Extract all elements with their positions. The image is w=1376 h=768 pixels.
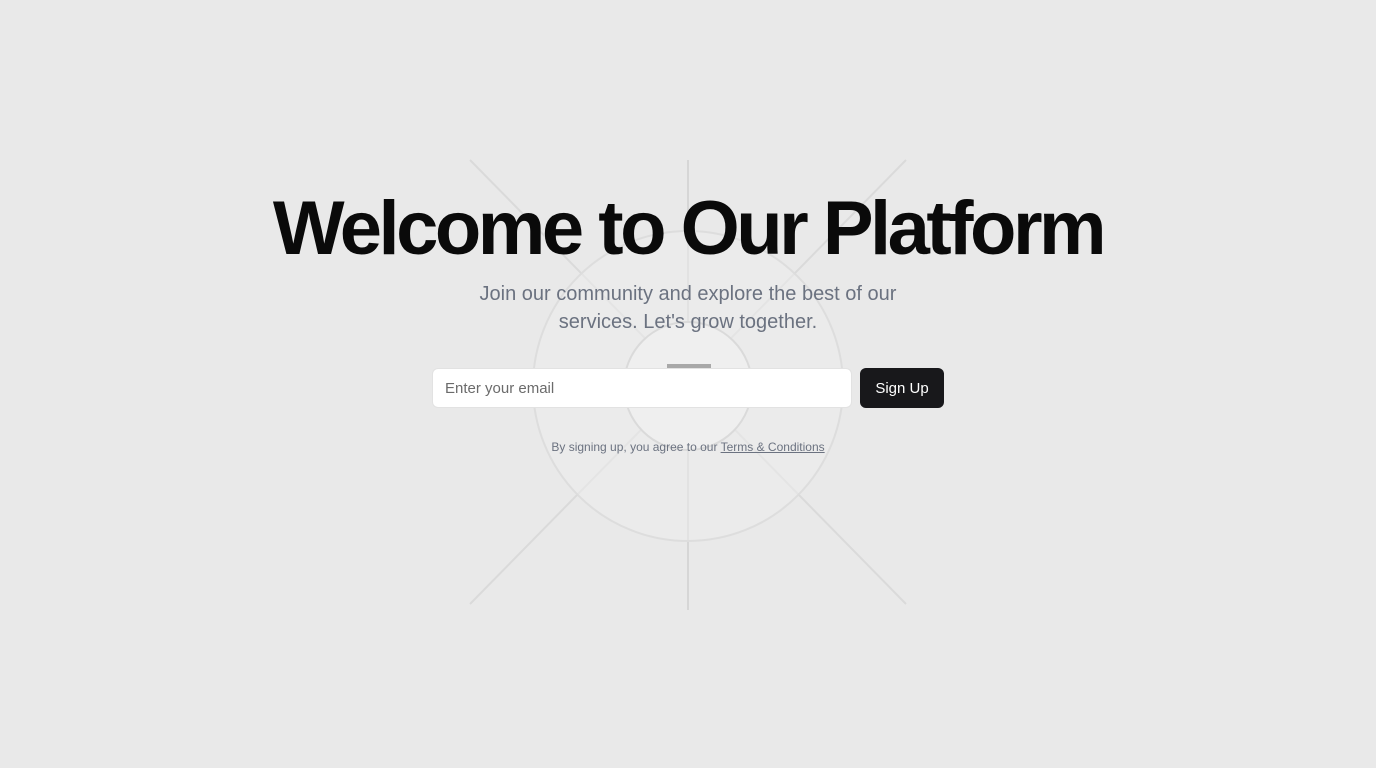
terms-notice: By signing up, you agree to our Terms & … (0, 439, 1376, 455)
page-subtitle: Join our community and explore the best … (479, 283, 897, 333)
page-title: Welcome to Our Platform (272, 186, 1107, 271)
landing-page: Welcome to Our Platform Join our communi… (0, 0, 1376, 768)
signup-form: Sign Up (432, 368, 944, 408)
terms-notice-text: By signing up, you agree to our (551, 440, 721, 454)
terms-conditions-link[interactable]: Terms & Conditions (721, 440, 825, 454)
email-input[interactable] (432, 368, 852, 408)
sign-up-button[interactable]: Sign Up (860, 368, 944, 408)
